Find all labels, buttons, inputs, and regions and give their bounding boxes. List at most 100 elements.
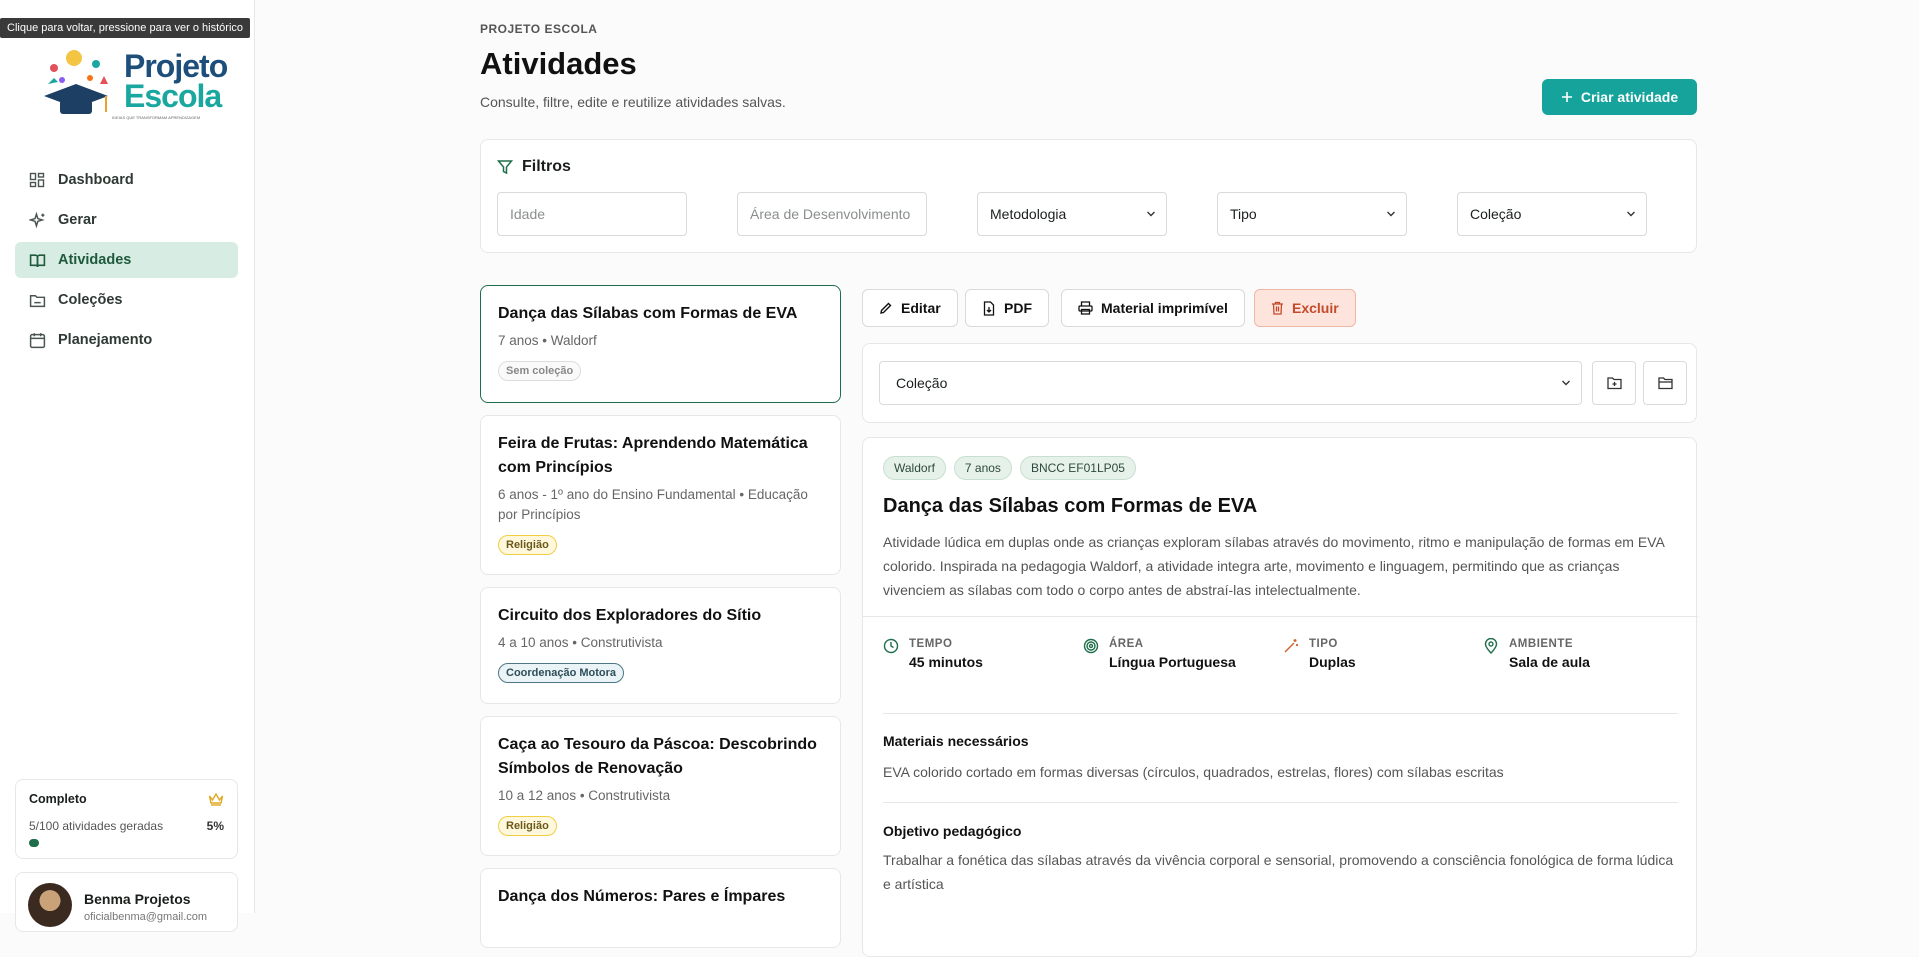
detail-tags: Waldorf 7 anos BNCC EF01LP05	[883, 456, 1136, 480]
book-open-icon	[28, 251, 46, 269]
delete-button[interactable]: Excluir	[1254, 289, 1356, 327]
methodology-select[interactable]: Metodologia	[977, 192, 1167, 236]
activity-meta: 6 anos - 1º ano do Ensino Fundamental • …	[498, 487, 808, 522]
stat-type: TIPO Duplas	[1283, 638, 1356, 670]
edit-button[interactable]: Editar	[862, 289, 958, 327]
sidebar-item-atividades[interactable]: Atividades	[15, 242, 238, 278]
list-item[interactable]: Circuito dos Exploradores do Sítio 4 a 1…	[480, 587, 841, 704]
list-item[interactable]: Dança dos Números: Pares e Ímpares	[480, 868, 841, 948]
sidebar-item-planejamento[interactable]: Planejamento	[15, 322, 238, 358]
printable-material-button[interactable]: Material imprimível	[1061, 289, 1245, 327]
filter-icon	[497, 160, 513, 175]
divider	[883, 713, 1678, 714]
type-select[interactable]: Tipo	[1217, 192, 1407, 236]
collection-select[interactable]: Coleção	[879, 361, 1582, 405]
calendar-icon	[28, 331, 46, 349]
stat-environment: AMBIENTE Sala de aula	[1483, 638, 1590, 670]
plan-title: Completo	[29, 792, 87, 806]
type-select-value: Tipo	[1230, 206, 1257, 222]
stat-value: 45 minutos	[909, 654, 983, 670]
collection-filter-value: Coleção	[1470, 206, 1522, 222]
page-kicker: PROJETO ESCOLA	[480, 22, 598, 36]
chevron-down-icon	[1562, 380, 1570, 386]
detail-tag: 7 anos	[953, 456, 1012, 480]
sidebar-item-label: Planejamento	[58, 332, 153, 348]
folder-open-icon	[1657, 377, 1673, 390]
activity-collection-chip: Coordenação Motora	[498, 663, 625, 683]
sidebar-item-colecoes[interactable]: Coleções	[15, 282, 238, 318]
activity-title: Caça ao Tesouro da Páscoa: Descobrindo S…	[498, 736, 817, 777]
grid-icon	[28, 171, 46, 189]
activity-detail-panel: Waldorf 7 anos BNCC EF01LP05 Dança das S…	[862, 437, 1698, 957]
sidebar-item-label: Coleções	[58, 292, 123, 308]
target-icon	[1083, 638, 1099, 654]
stat-value: Língua Portuguesa	[1109, 654, 1236, 670]
sidebar: Projeto Escola IDEIAS QUE TRANSFORMAM AP…	[0, 0, 255, 932]
open-collection-button[interactable]	[1643, 361, 1687, 405]
stat-time: TEMPO 45 minutos	[883, 638, 983, 670]
activity-meta: 10 a 12 anos • Construtivista	[498, 788, 671, 803]
sidebar-item-label: Dashboard	[58, 172, 134, 188]
pdf-button[interactable]: PDF	[965, 289, 1049, 327]
detail-tag: BNCC EF01LP05	[1019, 456, 1136, 480]
activity-collection-chip: Sem coleção	[498, 361, 582, 381]
list-item[interactable]: Feira de Frutas: Aprendendo Matemática c…	[480, 415, 841, 575]
divider	[883, 802, 1678, 803]
filters-header: Filtros	[497, 158, 571, 176]
plus-icon	[1561, 92, 1572, 102]
collection-filter-select[interactable]: Coleção	[1457, 192, 1647, 236]
pdf-label: PDF	[1004, 300, 1032, 316]
add-to-collection-button[interactable]	[1592, 361, 1636, 405]
create-activity-button[interactable]: Criar atividade	[1542, 79, 1697, 115]
stat-value: Sala de aula	[1509, 654, 1590, 670]
chevron-down-icon	[1387, 211, 1395, 217]
sidebar-item-label: Atividades	[58, 252, 132, 268]
age-input[interactable]: Idade	[497, 192, 687, 236]
avatar	[28, 883, 72, 927]
logo-graduation-cap-icon	[44, 50, 108, 114]
create-activity-label: Criar atividade	[1580, 89, 1679, 105]
page-subtitle: Consulte, filtre, edite e reutilize ativ…	[480, 94, 786, 110]
divider	[863, 616, 1698, 617]
printable-material-label: Material imprimível	[1101, 300, 1228, 316]
activity-title: Feira de Frutas: Aprendendo Matemática c…	[498, 435, 808, 476]
stat-label: TEMPO	[909, 638, 953, 650]
plan-usage-text: 5/100 atividades geradas	[29, 819, 164, 833]
pencil-icon	[880, 302, 892, 314]
sidebar-item-dashboard[interactable]: Dashboard	[15, 162, 238, 198]
filters-title: Filtros	[522, 158, 571, 175]
crown-icon	[208, 792, 224, 811]
page-title: Atividades	[480, 46, 637, 81]
plan-progress-fill	[29, 839, 39, 847]
chevron-down-icon	[1147, 211, 1155, 217]
folder-icon	[28, 291, 46, 309]
materials-text: EVA colorido cortado em formas diversas …	[883, 764, 1504, 780]
clock-icon	[883, 638, 899, 654]
stat-label: AMBIENTE	[1509, 638, 1574, 650]
user-name: Benma Projetos	[84, 891, 191, 907]
activity-meta: 4 a 10 anos • Construtivista	[498, 635, 663, 650]
development-area-input[interactable]: Área de Desenvolvimento	[737, 192, 927, 236]
edit-label: Editar	[901, 300, 941, 316]
back-tooltip: Clique para voltar, pressione para ver o…	[0, 18, 251, 38]
sidebar-item-gerar[interactable]: Gerar	[15, 202, 238, 238]
activity-title: Circuito dos Exploradores do Sítio	[498, 607, 762, 624]
sidebar-nav: Dashboard Gerar Atividades Coleções Plan…	[15, 162, 238, 362]
activity-meta: 7 anos • Waldorf	[498, 333, 597, 348]
activity-title: Dança dos Números: Pares e Ímpares	[498, 888, 786, 905]
list-item[interactable]: Dança das Sílabas com Formas de EVA 7 an…	[480, 285, 841, 403]
trash-icon	[1272, 301, 1283, 315]
wand-icon	[1284, 639, 1298, 653]
user-card[interactable]: Benma Projetos oficialbenma@gmail.com	[15, 872, 238, 932]
sidebar-item-label: Gerar	[58, 212, 97, 228]
plan-progress-bar	[29, 839, 226, 847]
list-item[interactable]: Caça ao Tesouro da Páscoa: Descobrindo S…	[480, 716, 841, 856]
stat-area: ÁREA Língua Portuguesa	[1083, 638, 1236, 670]
collection-select-value: Coleção	[896, 375, 948, 391]
brand-logo[interactable]: Projeto Escola IDEIAS QUE TRANSFORMAM AP…	[36, 44, 244, 124]
methodology-select-value: Metodologia	[990, 206, 1067, 222]
delete-label: Excluir	[1292, 300, 1339, 316]
plan-usage-card: Completo 5/100 atividades geradas 5%	[15, 779, 238, 859]
detail-description: Atividade lúdica em duplas onde as crian…	[883, 534, 1665, 598]
detail-title: Dança das Sílabas com Formas de EVA	[883, 495, 1258, 517]
